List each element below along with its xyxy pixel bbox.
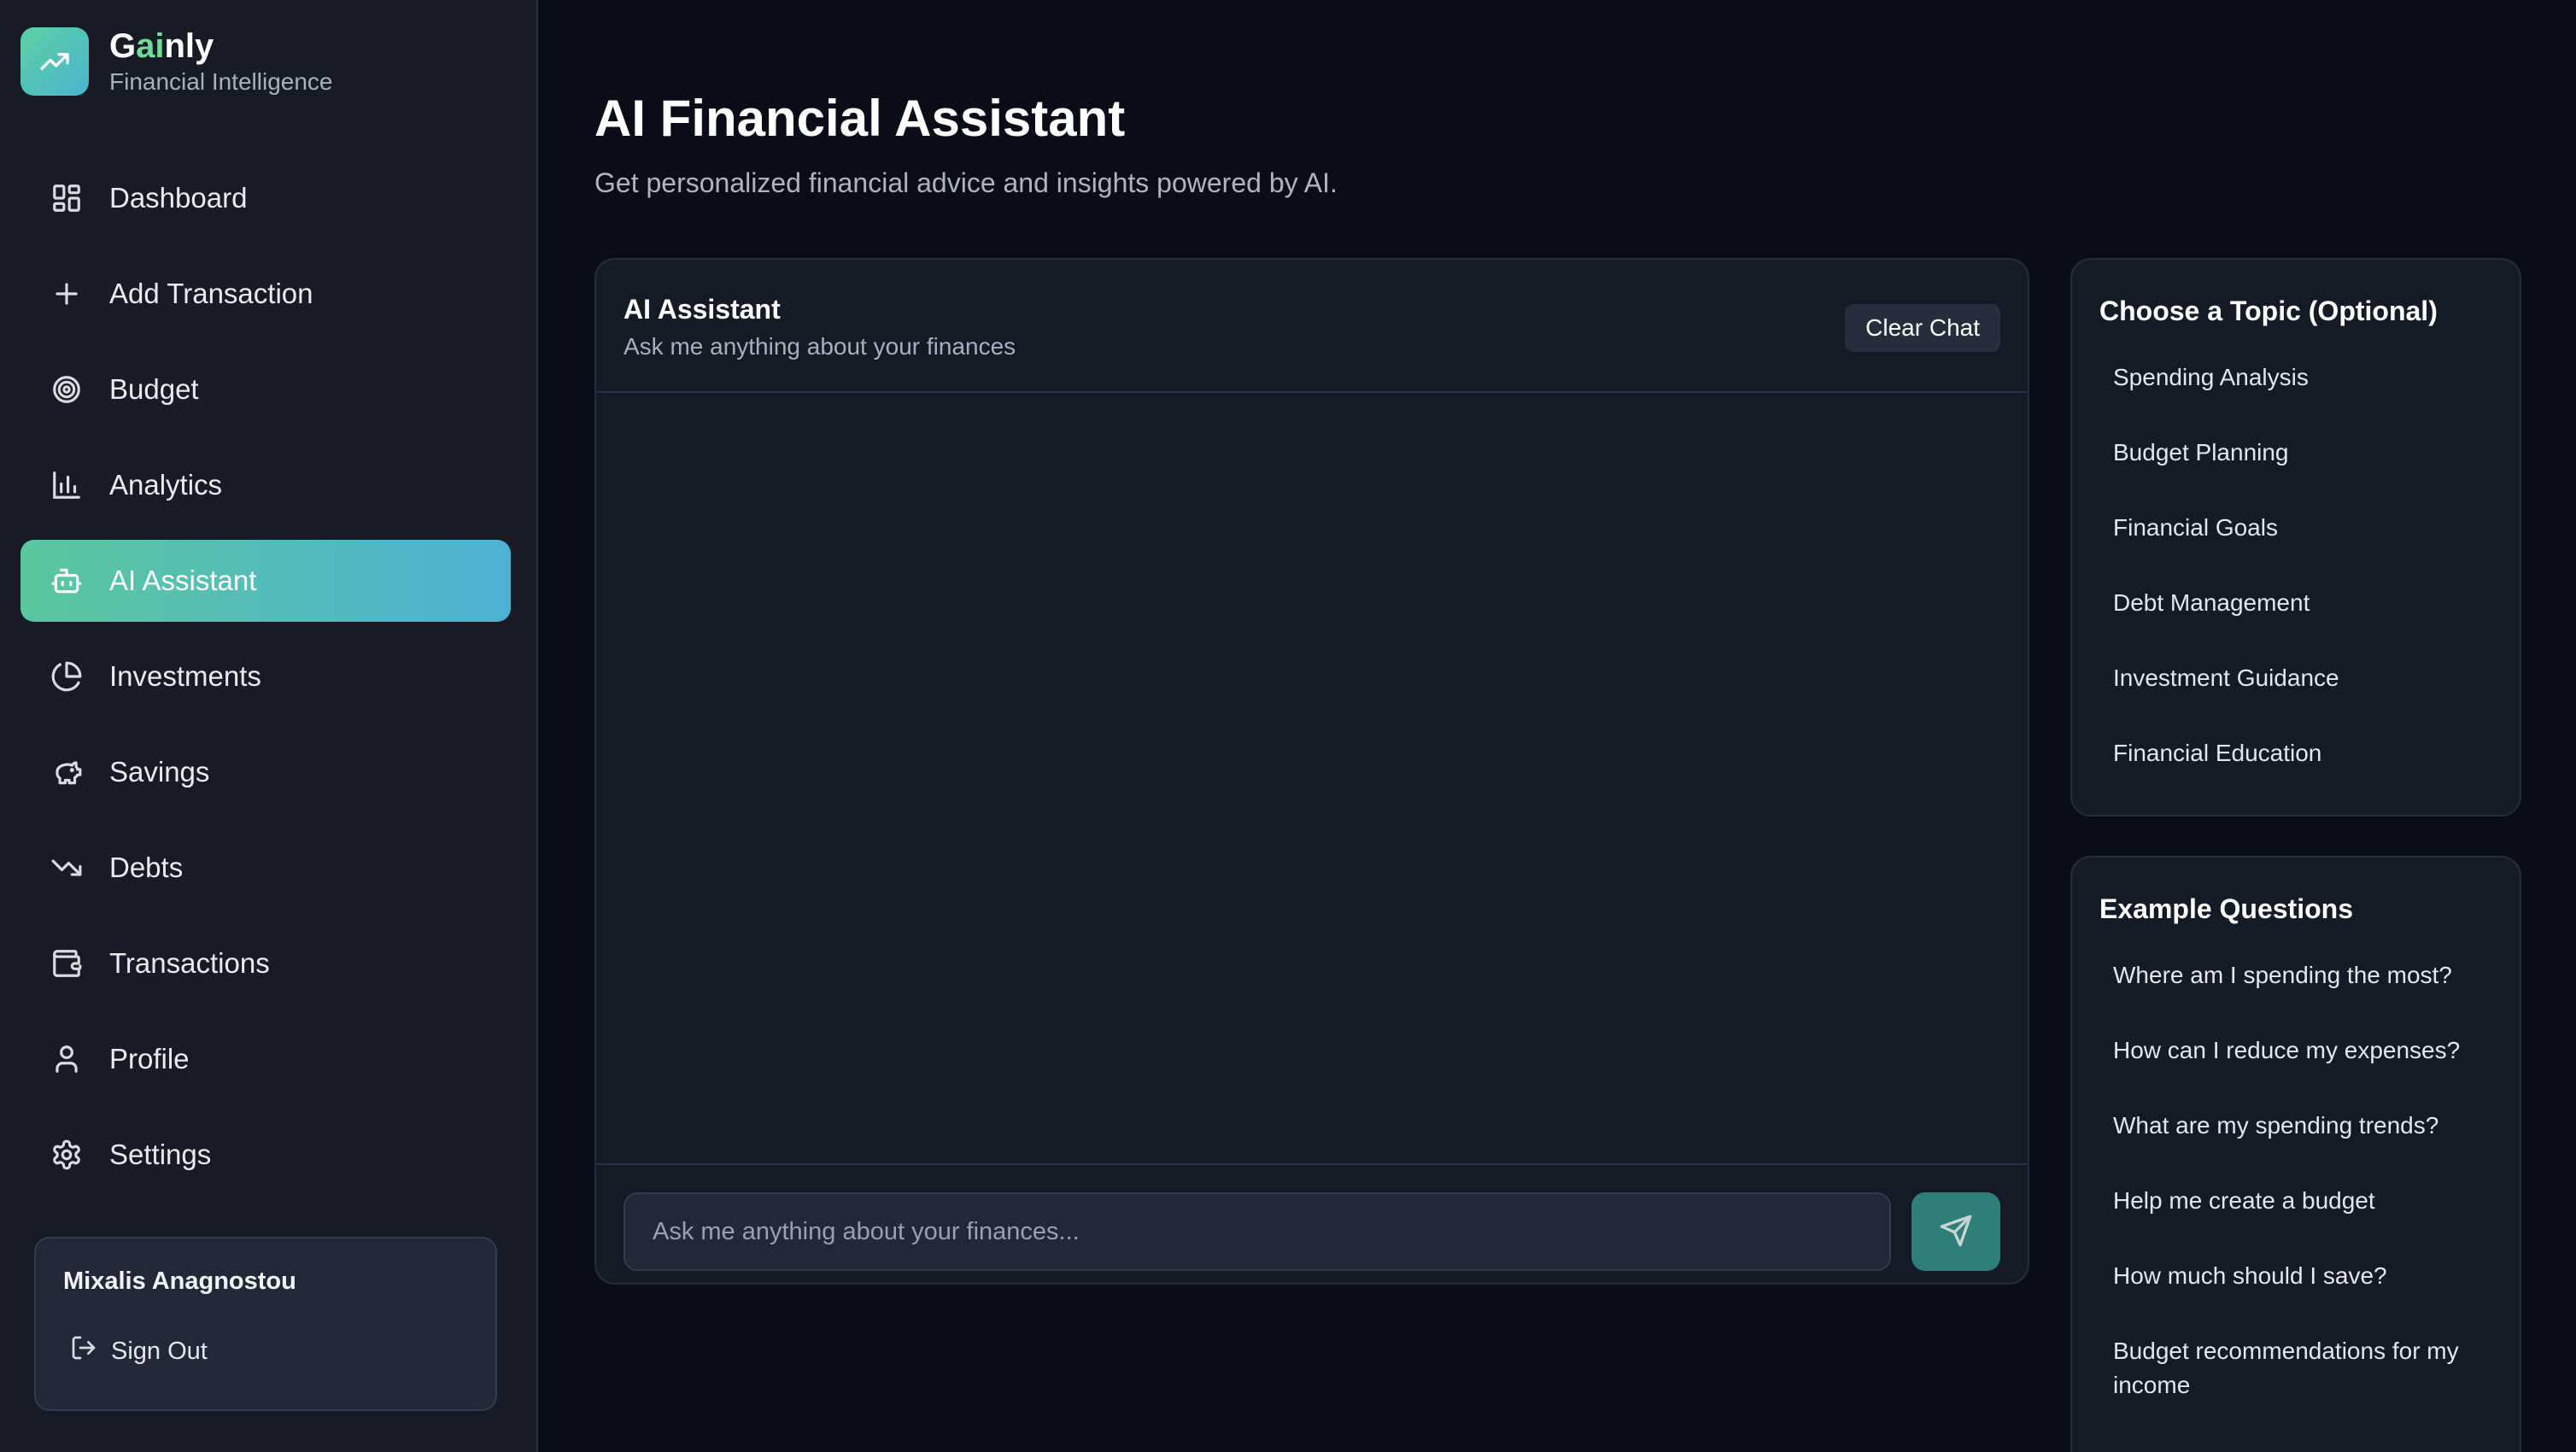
bot-icon [48, 562, 85, 600]
sidebar-item-label: Profile [109, 1043, 190, 1074]
topic-item[interactable]: Budget Planning [2113, 436, 2497, 470]
examples-list: Where am I spending the most? How can I … [2113, 958, 2497, 1443]
sidebar-item-label: Add Transaction [109, 278, 313, 309]
pie-chart-icon [48, 658, 85, 695]
sidebar-item-budget[interactable]: Budget [20, 348, 511, 430]
sidebar-item-settings[interactable]: Settings [20, 1114, 511, 1196]
chat-subtitle: Ask me anything about your finances [624, 333, 1016, 360]
user-icon [48, 1040, 85, 1078]
chat-panel: AI Assistant Ask me anything about your … [594, 258, 2029, 1285]
sidebar-item-savings[interactable]: Savings [20, 731, 511, 813]
layout-grid-icon [48, 179, 85, 217]
topic-item[interactable]: Debt Management [2113, 586, 2497, 620]
sidebar-item-analytics[interactable]: Analytics [20, 444, 511, 526]
sign-out-label: Sign Out [111, 1337, 208, 1365]
chat-messages[interactable] [596, 393, 2028, 1165]
example-question[interactable]: How much should I save? [2113, 1259, 2497, 1293]
send-icon [1939, 1214, 1973, 1250]
example-question[interactable]: Budget recommendations for my income [2113, 1334, 2497, 1402]
example-question[interactable]: Help me create a budget [2113, 1184, 2497, 1218]
chat-footer [596, 1163, 2028, 1286]
sidebar-item-dashboard[interactable]: Dashboard [20, 157, 511, 239]
topics-title: Choose a Topic (Optional) [2099, 296, 2438, 326]
sidebar-item-debts[interactable]: Debts [20, 827, 511, 909]
examples-panel: Example Questions Where am I spending th… [2070, 856, 2521, 1452]
sidebar-item-add-transaction[interactable]: Add Transaction [20, 253, 511, 335]
sidebar-item-investments[interactable]: Investments [20, 635, 511, 717]
topic-item[interactable]: Investment Guidance [2113, 661, 2497, 695]
gear-icon [48, 1136, 85, 1174]
example-question[interactable]: Where am I spending the most? [2113, 958, 2497, 992]
clear-chat-button[interactable]: Clear Chat [1845, 304, 2000, 352]
user-card: Mixalis Anagnostou Sign Out [34, 1237, 497, 1411]
brand-name: Gainly [109, 27, 214, 65]
sidebar-nav: Dashboard Add Transaction Budget Analyti… [20, 157, 511, 1209]
example-question[interactable]: How can I reduce my expenses? [2113, 1033, 2497, 1068]
sidebar-item-transactions[interactable]: Transactions [20, 922, 511, 1004]
sidebar: Gainly Financial Intelligence Dashboard … [0, 0, 538, 1452]
sidebar-item-label: AI Assistant [109, 565, 257, 596]
sidebar-item-label: Dashboard [109, 182, 248, 214]
sidebar-item-label: Investments [109, 660, 261, 692]
piggy-bank-icon [48, 753, 85, 791]
examples-title: Example Questions [2099, 893, 2353, 924]
chat-header: AI Assistant Ask me anything about your … [596, 260, 2028, 393]
brand-subtitle: Financial Intelligence [109, 68, 333, 95]
plus-icon [48, 275, 85, 313]
chat-title: AI Assistant [624, 294, 781, 325]
sidebar-item-label: Transactions [109, 947, 270, 979]
bar-chart-icon [48, 466, 85, 504]
page-title: AI Financial Assistant [594, 90, 1126, 147]
sidebar-item-ai-assistant[interactable]: AI Assistant [20, 540, 511, 622]
sidebar-item-label: Settings [109, 1139, 212, 1170]
trending-up-icon [20, 27, 89, 96]
sidebar-item-label: Budget [109, 373, 199, 405]
sidebar-item-label: Savings [109, 756, 210, 787]
trending-down-icon [48, 849, 85, 887]
send-button[interactable] [1912, 1192, 2000, 1271]
example-question[interactable]: What are my spending trends? [2113, 1109, 2497, 1143]
topics-panel: Choose a Topic (Optional) Spending Analy… [2070, 258, 2521, 817]
topic-item[interactable]: Financial Education [2113, 736, 2497, 770]
sidebar-item-label: Analytics [109, 469, 223, 501]
topics-list: Spending Analysis Budget Planning Financ… [2113, 360, 2497, 811]
chat-input[interactable] [624, 1192, 1891, 1271]
topic-item[interactable]: Spending Analysis [2113, 360, 2497, 395]
log-out-icon [70, 1334, 97, 1368]
page-subtitle: Get personalized financial advice and in… [594, 167, 1338, 198]
sidebar-item-label: Debts [109, 852, 184, 883]
wallet-icon [48, 945, 85, 982]
target-icon [48, 371, 85, 408]
user-name: Mixalis Anagnostou [63, 1268, 296, 1295]
brand[interactable]: Gainly Financial Intelligence [20, 27, 333, 96]
topic-item[interactable]: Financial Goals [2113, 511, 2497, 545]
sidebar-item-profile[interactable]: Profile [20, 1018, 511, 1100]
sign-out-button[interactable]: Sign Out [70, 1334, 208, 1368]
